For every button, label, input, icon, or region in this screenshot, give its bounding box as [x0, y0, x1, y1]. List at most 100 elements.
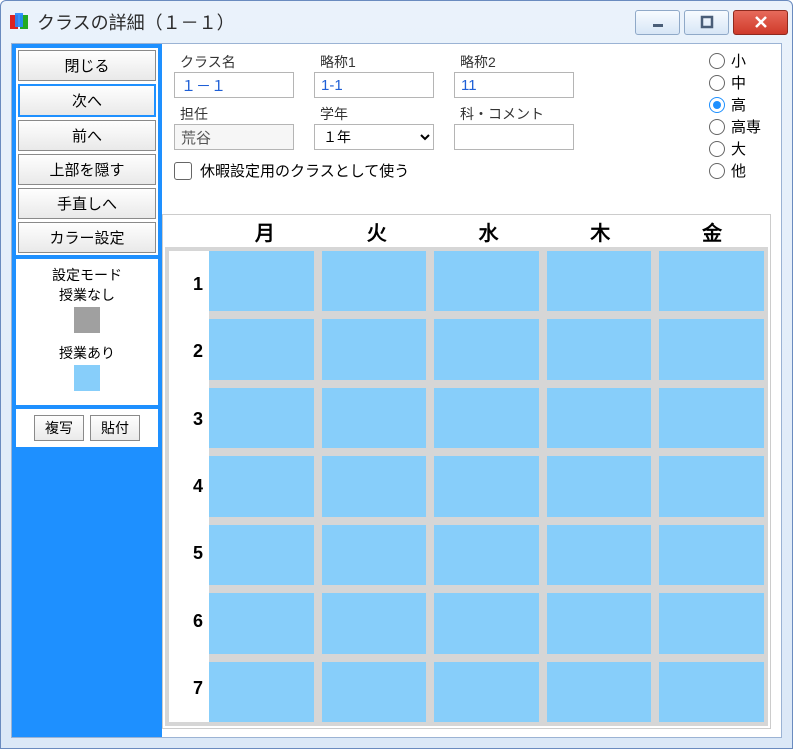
timetable-header: 月 火 水 木 金 [165, 217, 768, 247]
timetable-cell[interactable] [659, 251, 764, 311]
class-name-field[interactable] [174, 72, 294, 98]
period-label: 3 [169, 386, 209, 453]
timetable-row [209, 662, 764, 722]
sidebar: 閉じる 次へ 前へ 上部を隠す 手直しへ カラー設定 設定モード 授業なし 授業… [12, 44, 162, 737]
day-header: 水 [433, 217, 545, 247]
timetable-cell[interactable] [659, 456, 764, 516]
grade-select[interactable]: １年 [314, 124, 434, 150]
color-settings-button[interactable]: カラー設定 [18, 222, 156, 253]
timetable-cell[interactable] [434, 662, 539, 722]
period-label: 2 [169, 318, 209, 385]
radio-icon [709, 53, 725, 69]
timetable-cell[interactable] [434, 251, 539, 311]
timetable-cell[interactable] [547, 319, 652, 379]
rework-button[interactable]: 手直しへ [18, 188, 156, 219]
timetable-cell[interactable] [209, 662, 314, 722]
period-label: 6 [169, 587, 209, 654]
period-labels: 1234567 [169, 251, 209, 722]
abbr1-field[interactable] [314, 72, 434, 98]
dept-field[interactable] [454, 124, 574, 150]
school-level-radio[interactable]: 他 [709, 160, 761, 181]
timetable-cell[interactable] [659, 525, 764, 585]
titlebar[interactable]: クラスの詳細（１－１） [1, 1, 792, 43]
timetable-cell[interactable] [547, 593, 652, 653]
timetable-cell[interactable] [659, 388, 764, 448]
close-button[interactable]: 閉じる [18, 50, 156, 81]
timetable-cell[interactable] [322, 251, 427, 311]
timetable-cell[interactable] [322, 593, 427, 653]
paste-button[interactable]: 貼付 [90, 415, 140, 441]
has-class-swatch[interactable] [74, 365, 100, 391]
client-area: 閉じる 次へ 前へ 上部を隠す 手直しへ カラー設定 設定モード 授業なし 授業… [11, 43, 782, 738]
timetable-cell[interactable] [209, 388, 314, 448]
timetable-row [209, 251, 764, 311]
radio-icon [709, 75, 725, 91]
window-title: クラスの詳細（１－１） [37, 9, 635, 35]
timetable-cell[interactable] [209, 456, 314, 516]
grade-label: 学年 [314, 104, 434, 124]
prev-button[interactable]: 前へ [18, 120, 156, 151]
timetable-cell[interactable] [322, 525, 427, 585]
close-window-button[interactable] [733, 10, 788, 35]
timetable-cell[interactable] [434, 388, 539, 448]
copy-button[interactable]: 複写 [34, 415, 84, 441]
timetable-cell[interactable] [659, 662, 764, 722]
timetable-cell[interactable] [209, 251, 314, 311]
hide-top-button[interactable]: 上部を隠す [18, 154, 156, 185]
timetable-cell[interactable] [209, 319, 314, 379]
vacation-checkbox-row[interactable]: 休暇設定用のクラスとして使う [174, 160, 769, 181]
day-header: 木 [544, 217, 656, 247]
timetable-cell[interactable] [547, 388, 652, 448]
sidebar-fill [16, 451, 158, 733]
no-class-swatch[interactable] [74, 307, 100, 333]
day-header: 月 [209, 217, 321, 247]
mode-panel: 設定モード 授業なし 授業あり [16, 259, 158, 405]
maximize-button[interactable] [684, 10, 729, 35]
timetable-cell[interactable] [547, 662, 652, 722]
day-header: 金 [656, 217, 768, 247]
school-level-radio[interactable]: 高専 [709, 116, 761, 137]
radio-label: 高 [731, 94, 746, 115]
timetable-cell[interactable] [322, 456, 427, 516]
school-level-radio[interactable]: 中 [709, 72, 761, 93]
timetable-cell[interactable] [209, 525, 314, 585]
radio-icon [709, 163, 725, 179]
dept-label: 科・コメント [454, 104, 574, 124]
timetable-cell[interactable] [434, 319, 539, 379]
school-level-radio[interactable]: 高 [709, 94, 761, 115]
timetable-cell[interactable] [322, 388, 427, 448]
vacation-checkbox-label: 休暇設定用のクラスとして使う [200, 160, 409, 181]
copy-paste-row: 複写 貼付 [16, 409, 158, 447]
minimize-button[interactable] [635, 10, 680, 35]
timetable-cell[interactable] [659, 593, 764, 653]
vacation-checkbox[interactable] [174, 162, 192, 180]
timetable-cell[interactable] [434, 525, 539, 585]
timetable-cell[interactable] [322, 319, 427, 379]
teacher-field[interactable] [174, 124, 294, 150]
period-label: 4 [169, 453, 209, 520]
school-level-radios: 小中高高専大他 [709, 50, 761, 181]
timetable-cell[interactable] [547, 525, 652, 585]
timetable-row [209, 456, 764, 516]
school-level-radio[interactable]: 小 [709, 50, 761, 71]
timetable-cell[interactable] [434, 456, 539, 516]
period-label: 1 [169, 251, 209, 318]
period-label: 7 [169, 655, 209, 722]
mode-title: 設定モード [20, 265, 154, 285]
radio-icon [709, 97, 725, 113]
radio-icon [709, 141, 725, 157]
timetable-cell[interactable] [659, 319, 764, 379]
timetable-body: 1234567 [165, 247, 768, 726]
timetable-cell[interactable] [434, 593, 539, 653]
timetable-row [209, 319, 764, 379]
school-level-radio[interactable]: 大 [709, 138, 761, 159]
abbr2-field[interactable] [454, 72, 574, 98]
timetable-cell[interactable] [547, 456, 652, 516]
timetable-cell[interactable] [209, 593, 314, 653]
timetable-cell[interactable] [322, 662, 427, 722]
timetable-cell[interactable] [547, 251, 652, 311]
next-button[interactable]: 次へ [18, 84, 156, 117]
abbr1-label: 略称1 [314, 52, 434, 72]
abbr2-label: 略称2 [454, 52, 574, 72]
class-name-label: クラス名 [174, 52, 294, 72]
